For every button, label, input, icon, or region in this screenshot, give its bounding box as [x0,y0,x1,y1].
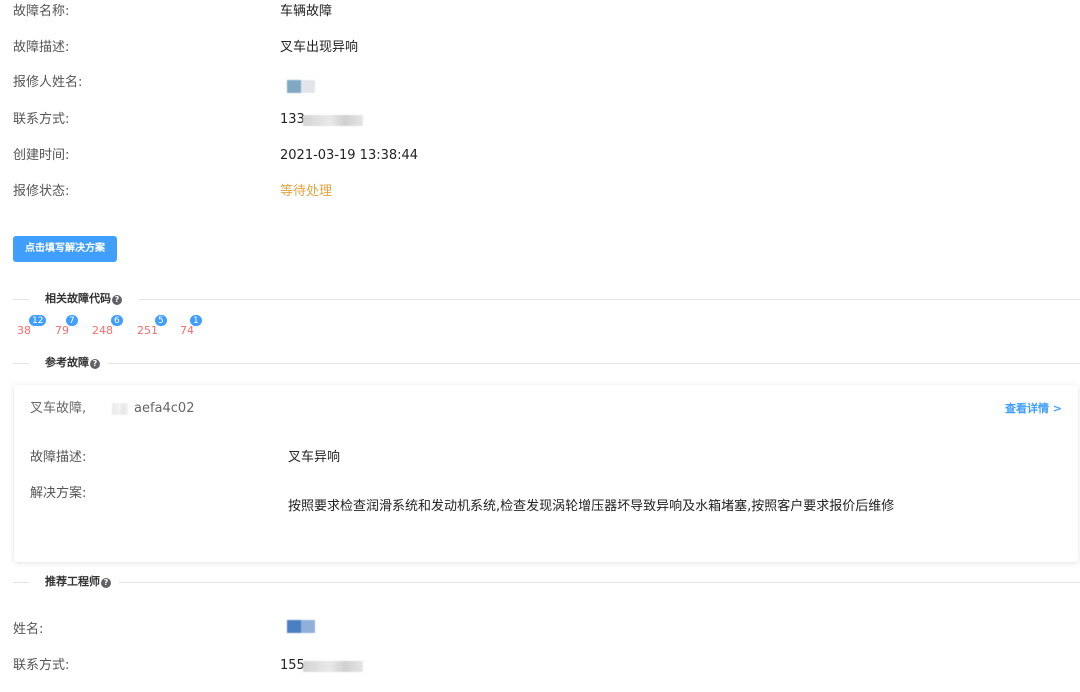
reporter-name-redacted [287,80,315,93]
created-time-value: 2021-03-19 13:38:44 [280,148,419,163]
divider-line [13,299,29,300]
fault-code[interactable]: 38 [17,324,31,338]
engineer-contact-redacted [303,661,363,672]
engineer-name-label: 姓名: [13,622,44,637]
reference-fault-title-text: 参考故障 [45,356,89,369]
fault-code-count-badge: 1 [189,314,203,327]
view-details-link[interactable]: 查看详情 > [1005,401,1062,417]
repair-status-value: 等待处理 [280,184,333,199]
card-header: 叉车故障, aefa4c02 查看详情 > [14,385,1078,432]
divider-line [108,363,1080,364]
fault-name-value: 车辆故障 [280,4,333,19]
reference-fault-card: 叉车故障, aefa4c02 查看详情 > 故障描述: 叉车异响 解决方案: 按… [14,385,1078,562]
engineer-title: 推荐工程师? [45,573,111,591]
fault-code[interactable]: 251 [137,324,158,338]
related-codes-title-text: 相关故障代码 [45,292,111,305]
reporter-name-label: 报修人姓名: [13,75,83,90]
card-desc-label: 故障描述: [30,450,87,465]
repair-status-label: 报修状态: [13,184,70,199]
contact-redacted [303,115,363,126]
engineer-contact-label: 联系方式: [13,658,70,673]
card-title: 叉车故障, [30,401,87,416]
card-solution-value: 按照要求检查润滑系统和发动机系统,检查发现涡轮增压器坏导致异响及水箱堵塞,按照客… [288,499,895,514]
fault-desc-value: 叉车出现异响 [280,40,359,55]
fault-desc-label: 故障描述: [13,40,70,55]
fault-code[interactable]: 79 [55,324,69,338]
contact-label: 联系方式: [13,112,70,127]
fault-code-count-badge: 6 [110,314,124,327]
engineer-title-text: 推荐工程师 [45,575,100,588]
created-time-label: 创建时间: [13,148,70,163]
fill-solution-button[interactable]: 点击填写解决方案 [13,236,117,262]
divider-line [13,582,29,583]
card-title-redacted [112,403,128,415]
engineer-contact-value: 155 [280,658,305,673]
related-codes-divider: 相关故障代码? [13,290,1080,308]
related-codes-title: 相关故障代码? [45,290,122,308]
engineer-name-redacted [287,620,315,633]
divider-line [119,582,1080,583]
reference-fault-divider: 参考故障? [13,354,1080,372]
divider-line [13,363,29,364]
card-fault-id: aefa4c02 [134,401,195,416]
divider-line [139,299,1080,300]
card-desc-value: 叉车异响 [288,450,341,465]
fault-code-count-badge: 12 [28,314,48,327]
question-circle-icon[interactable]: ? [101,578,111,588]
fault-code-count-badge: 7 [65,314,79,327]
card-solution-label: 解决方案: [30,486,87,501]
fault-code-count-badge: 5 [154,314,168,327]
question-circle-icon[interactable]: ? [90,359,100,369]
fault-code[interactable]: 248 [92,324,113,338]
reference-fault-title: 参考故障? [45,354,100,372]
fault-name-label: 故障名称: [13,4,70,19]
contact-value: 133 [280,112,305,127]
engineer-divider: 推荐工程师? [13,573,1080,591]
question-circle-icon[interactable]: ? [112,295,122,305]
